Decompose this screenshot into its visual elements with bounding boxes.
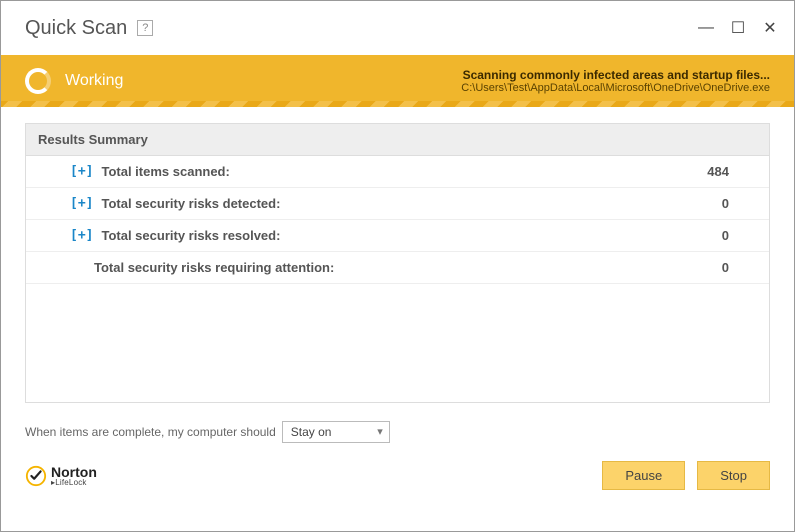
titlebar: Quick Scan ? — ☐ ✕	[1, 1, 794, 55]
status-label: Working	[65, 72, 123, 90]
expand-toggle[interactable]: [+]	[70, 196, 93, 211]
footer-buttons: Pause Stop	[602, 461, 770, 490]
help-icon[interactable]: ?	[137, 20, 153, 36]
summary-row-items-scanned: [+] Total items scanned: 484	[26, 156, 769, 188]
minimize-button[interactable]: —	[696, 19, 716, 37]
summary-label: Total items scanned:	[101, 164, 229, 179]
summary-value: 0	[722, 260, 729, 275]
pause-button[interactable]: Pause	[602, 461, 685, 490]
spinner-icon	[25, 68, 51, 94]
close-button[interactable]: ✕	[760, 18, 780, 38]
status-detail: Scanning commonly infected areas and sta…	[461, 68, 770, 94]
summary-value: 0	[722, 228, 729, 243]
results-summary: Results Summary [+] Total items scanned:…	[25, 123, 770, 403]
maximize-button[interactable]: ☐	[728, 18, 748, 38]
completion-dropdown[interactable]: Stay on	[282, 421, 390, 443]
results-summary-header: Results Summary	[26, 124, 769, 156]
status-current-path: C:\Users\Test\AppData\Local\Microsoft\On…	[461, 82, 770, 94]
status-bar: Working Scanning commonly infected areas…	[1, 55, 794, 107]
summary-row-risks-detected: [+] Total security risks detected: 0	[26, 188, 769, 220]
summary-label: Total security risks detected:	[101, 196, 280, 211]
brand-name: Norton	[51, 465, 97, 479]
footer: Norton ▸LifeLock Pause Stop	[1, 453, 794, 504]
window-controls: — ☐ ✕	[696, 18, 780, 38]
completion-label: When items are complete, my computer sho…	[25, 425, 276, 439]
content-area: Results Summary [+] Total items scanned:…	[1, 107, 794, 411]
summary-row-risks-attention: Total security risks requiring attention…	[26, 252, 769, 284]
window-title: Quick Scan	[25, 17, 127, 40]
expand-toggle[interactable]: [+]	[70, 164, 93, 179]
brand-subtitle: ▸LifeLock	[51, 479, 97, 487]
stop-button[interactable]: Stop	[697, 461, 770, 490]
summary-value: 484	[707, 164, 729, 179]
status-headline: Scanning commonly infected areas and sta…	[461, 68, 770, 82]
expand-toggle[interactable]: [+]	[70, 228, 93, 243]
summary-row-risks-resolved: [+] Total security risks resolved: 0	[26, 220, 769, 252]
brand-logo: Norton ▸LifeLock	[25, 465, 97, 487]
summary-value: 0	[722, 196, 729, 211]
completion-setting: When items are complete, my computer sho…	[1, 411, 794, 453]
summary-label: Total security risks resolved:	[101, 228, 280, 243]
brand-text: Norton ▸LifeLock	[51, 465, 97, 487]
norton-check-icon	[25, 465, 47, 487]
window-title-wrap: Quick Scan ?	[25, 17, 153, 40]
summary-label: Total security risks requiring attention…	[94, 260, 334, 275]
